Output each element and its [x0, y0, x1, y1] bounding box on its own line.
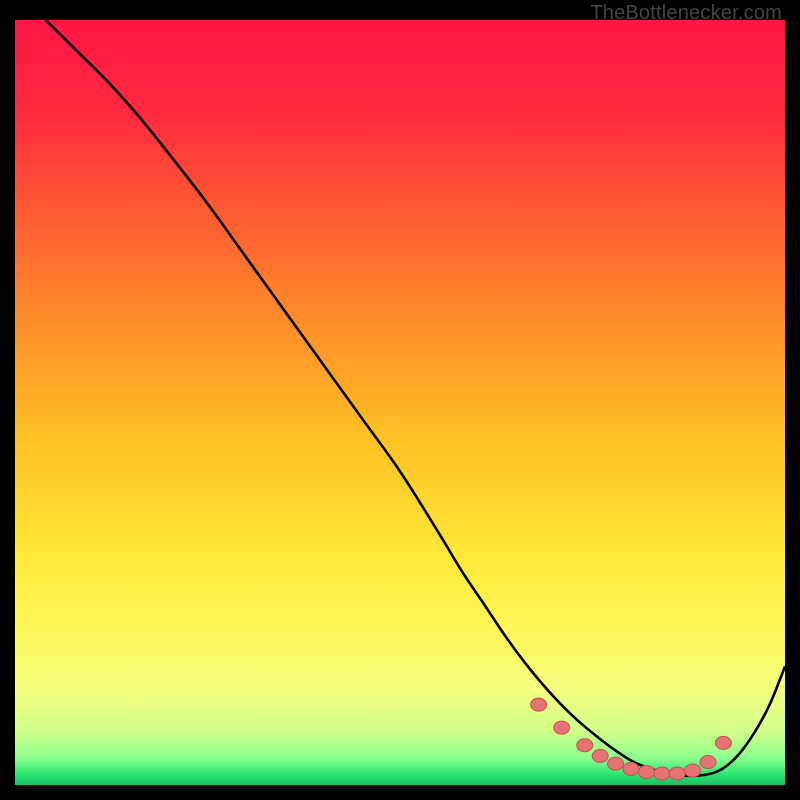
- scatter-dot: [577, 739, 593, 752]
- gradient-background: [15, 20, 785, 785]
- scatter-dot: [554, 721, 570, 734]
- scatter-dot: [654, 767, 670, 780]
- scatter-dot: [715, 736, 731, 749]
- scatter-dot: [638, 765, 654, 778]
- chart-frame: [15, 20, 785, 785]
- scatter-dot: [531, 698, 547, 711]
- chart-svg: [15, 20, 785, 785]
- scatter-dot: [608, 757, 624, 770]
- scatter-dot: [685, 764, 701, 777]
- scatter-dot: [592, 749, 608, 762]
- scatter-dot: [700, 756, 716, 769]
- scatter-dot: [623, 762, 639, 775]
- scatter-dot: [669, 767, 685, 780]
